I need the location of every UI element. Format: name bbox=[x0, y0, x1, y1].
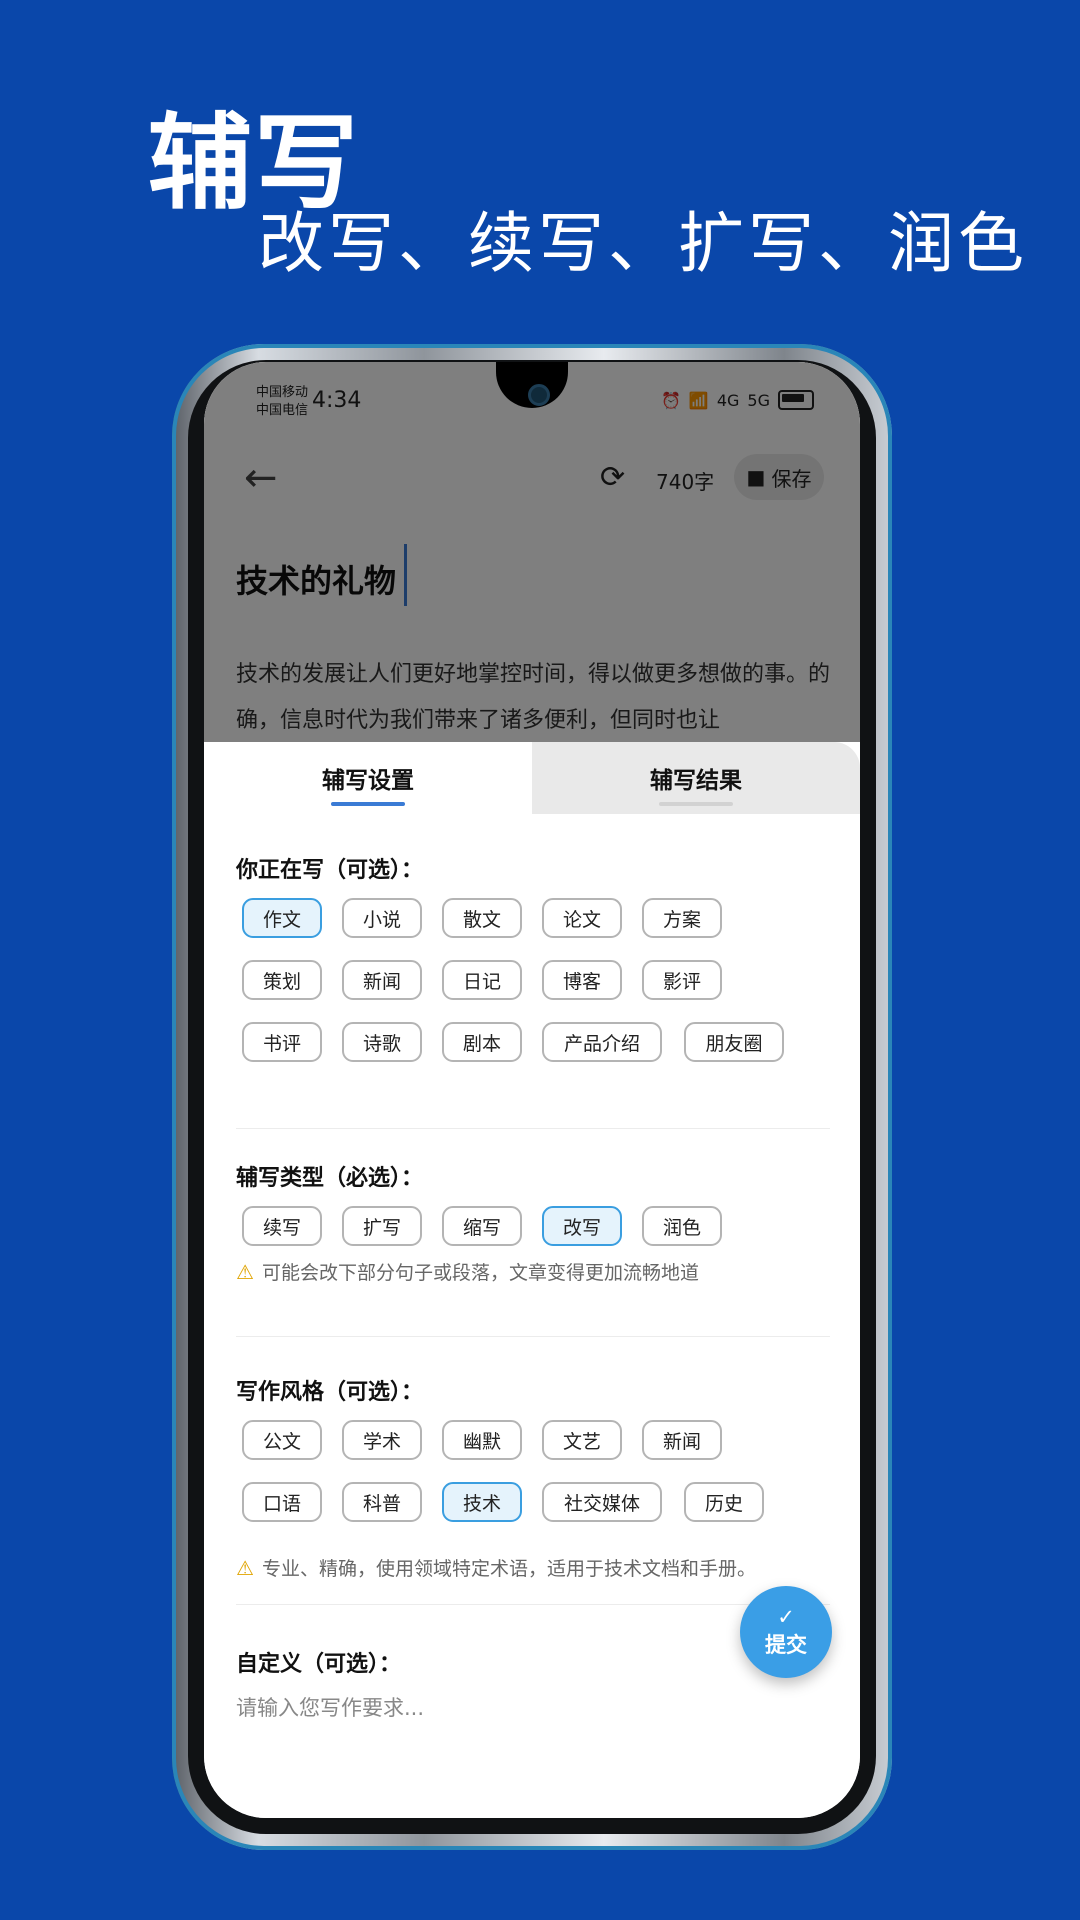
style-chip[interactable]: 历史 bbox=[684, 1482, 764, 1522]
style-chip[interactable]: 科普 bbox=[342, 1482, 422, 1522]
style-chip[interactable]: 幽默 bbox=[442, 1420, 522, 1460]
type-chip[interactable]: 改写 bbox=[542, 1206, 622, 1246]
phone-screen: 中国移动 中国电信 4:34 ⏰ 📶 4G 5G ← ⟳ 740字 ■ 保存 技… bbox=[204, 362, 860, 1818]
modal-overlay[interactable] bbox=[204, 362, 860, 742]
type-hint-text: 可能会改下部分句子或段落，文章变得更加流畅地道 bbox=[261, 1262, 699, 1284]
genre-chip[interactable]: 书评 bbox=[242, 1022, 322, 1062]
tab-results-label: 辅写结果 bbox=[650, 768, 742, 794]
genre-chip[interactable]: 策划 bbox=[242, 960, 322, 1000]
section-divider bbox=[236, 1336, 830, 1337]
tab-settings[interactable]: 辅写设置 bbox=[204, 742, 532, 814]
type-chip[interactable]: 缩写 bbox=[442, 1206, 522, 1246]
type-chip[interactable]: 续写 bbox=[242, 1206, 322, 1246]
warning-icon: ⚠ bbox=[236, 1259, 254, 1284]
genre-chip[interactable]: 博客 bbox=[542, 960, 622, 1000]
genre-chip[interactable]: 论文 bbox=[542, 898, 622, 938]
custom-requirement-input[interactable]: 请输入您写作要求... bbox=[236, 1692, 424, 1722]
genre-chip[interactable]: 作文 bbox=[242, 898, 322, 938]
genre-section-title: 你正在写（可选）： bbox=[236, 858, 424, 883]
type-chip[interactable]: 扩写 bbox=[342, 1206, 422, 1246]
tab-settings-label: 辅写设置 bbox=[322, 768, 414, 794]
style-chip[interactable]: 社交媒体 bbox=[542, 1482, 662, 1522]
genre-chip[interactable]: 方案 bbox=[642, 898, 722, 938]
genre-chip[interactable]: 剧本 bbox=[442, 1022, 522, 1062]
tab-active-indicator bbox=[331, 802, 405, 806]
tab-inactive-indicator bbox=[659, 802, 733, 806]
style-hint-text: 专业、精确，使用领域特定术语，适用于技术文档和手册。 bbox=[261, 1558, 756, 1580]
genre-chip[interactable]: 散文 bbox=[442, 898, 522, 938]
submit-label: 提交 bbox=[765, 1633, 807, 1657]
style-chip[interactable]: 文艺 bbox=[542, 1420, 622, 1460]
editor-area: 中国移动 中国电信 4:34 ⏰ 📶 4G 5G ← ⟳ 740字 ■ 保存 技… bbox=[204, 362, 860, 742]
section-divider bbox=[236, 1604, 830, 1605]
type-hint: ⚠ 可能会改下部分句子或段落，文章变得更加流畅地道 bbox=[236, 1258, 699, 1285]
submit-button[interactable]: ✓ 提交 bbox=[740, 1586, 832, 1678]
type-section-title: 辅写类型（必选）： bbox=[236, 1166, 424, 1191]
custom-section-title: 自定义（可选）： bbox=[236, 1652, 402, 1677]
genre-chip[interactable]: 诗歌 bbox=[342, 1022, 422, 1062]
type-chip[interactable]: 润色 bbox=[642, 1206, 722, 1246]
style-section-title: 写作风格（可选）： bbox=[236, 1380, 424, 1405]
tab-results[interactable]: 辅写结果 bbox=[532, 742, 860, 814]
style-chip[interactable]: 新闻 bbox=[642, 1420, 722, 1460]
checkmark-icon: ✓ bbox=[777, 1605, 795, 1629]
genre-chip[interactable]: 小说 bbox=[342, 898, 422, 938]
style-hint: ⚠ 专业、精确，使用领域特定术语，适用于技术文档和手册。 bbox=[236, 1554, 756, 1581]
genre-chip[interactable]: 产品介绍 bbox=[542, 1022, 662, 1062]
front-camera bbox=[528, 384, 550, 406]
style-chip[interactable]: 技术 bbox=[442, 1482, 522, 1522]
genre-chip[interactable]: 影评 bbox=[642, 960, 722, 1000]
genre-chip[interactable]: 新闻 bbox=[342, 960, 422, 1000]
promo-subline: 改写、续写、扩写、润色 bbox=[258, 205, 1028, 282]
tab-bar: 辅写设置 辅写结果 bbox=[204, 742, 860, 814]
style-chip[interactable]: 学术 bbox=[342, 1420, 422, 1460]
warning-icon: ⚠ bbox=[236, 1555, 254, 1580]
style-chip[interactable]: 口语 bbox=[242, 1482, 322, 1522]
section-divider bbox=[236, 1128, 830, 1129]
genre-chip[interactable]: 日记 bbox=[442, 960, 522, 1000]
style-chip[interactable]: 公文 bbox=[242, 1420, 322, 1460]
genre-chip[interactable]: 朋友圈 bbox=[684, 1022, 784, 1062]
